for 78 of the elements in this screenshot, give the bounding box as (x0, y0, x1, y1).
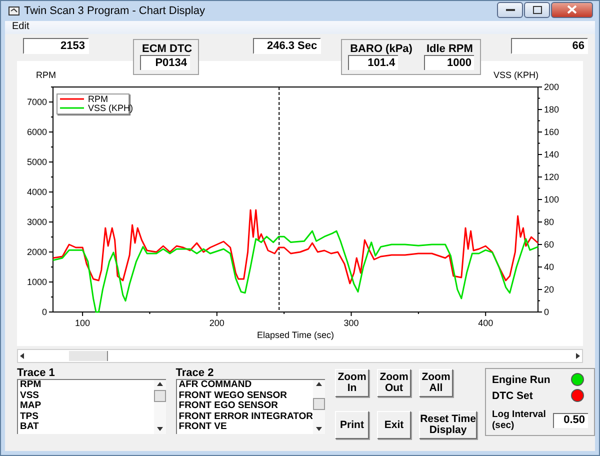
legend-label: RPM (88, 94, 108, 104)
list-item[interactable]: FRONT WEGO SENSOR (178, 390, 313, 402)
y2-tick-label: 160 (544, 127, 560, 137)
menu-item[interactable]: Edit (11, 21, 30, 34)
readout-field: 246.3 Sec (253, 38, 322, 54)
y2-tick-label: 0 (544, 307, 550, 317)
log-interval-label: Log Interval (sec) (492, 409, 547, 431)
y-tick-label: 5000 (26, 157, 47, 167)
y2-tick-label: 40 (544, 262, 554, 272)
list-item[interactable]: VSS (20, 390, 154, 402)
y2-tick-label: 200 (544, 82, 560, 92)
list-item[interactable]: BAT (20, 422, 154, 433)
y-tick-label: 3000 (26, 217, 47, 227)
maximize-icon (532, 6, 542, 14)
toolbar-button[interactable]: Zoom All (419, 369, 453, 397)
y2-tick-label: 100 (544, 194, 560, 204)
indicator-label: DTC Set (492, 390, 533, 402)
y-tick-label: 0 (42, 307, 47, 317)
readout-field: 101.4 (348, 55, 398, 70)
toolbar-button[interactable]: Exit (377, 411, 411, 439)
readout-label: ECM DTC (141, 43, 192, 55)
window-title: Twin Scan 3 Program - Chart Display (24, 5, 206, 17)
log-interval-field[interactable]: 0.50 (552, 412, 588, 428)
x-tick-label: 200 (209, 318, 224, 328)
list-item[interactable]: TPS (20, 412, 154, 422)
vertical-scrollbar[interactable] (313, 380, 325, 434)
trace-label: Trace 1 (17, 367, 56, 379)
left-arrow-icon[interactable] (18, 351, 26, 361)
close-button[interactable] (551, 2, 593, 18)
scrollbar-thumb[interactable] (69, 351, 108, 361)
toolbar-button[interactable]: Print (335, 411, 369, 439)
app-icon (8, 5, 20, 17)
right-arrow-icon[interactable] (574, 351, 582, 361)
minimize-button[interactable] (497, 2, 523, 18)
x-tick-label: 100 (75, 318, 90, 328)
y-tick-label: 1000 (26, 277, 47, 287)
list-item[interactable]: FRONT EGO SENSOR (178, 401, 313, 412)
vertical-scrollbar[interactable] (154, 380, 166, 434)
readout-field: 1000 (424, 55, 474, 70)
maximize-button[interactable] (524, 2, 550, 18)
list-item[interactable]: FRONT ERROR INTEGRATOR (178, 412, 313, 422)
list-item[interactable]: MAP (20, 401, 154, 412)
trace-list[interactable]: AFR COMMAND FRONT WEGO SENSOR FRONT EGO SENSOR FRONT ERROR INTEGRATOR FRONT VE (176, 379, 325, 434)
y-axis-label: RPM (36, 70, 56, 80)
minimize-icon (506, 8, 514, 12)
readout-field: 66 (511, 38, 588, 54)
toolbar-button[interactable]: Zoom Out (377, 369, 411, 397)
y2-tick-label: 140 (544, 150, 560, 160)
y2-tick-label: 20 (544, 284, 554, 294)
scrollbar-thumb[interactable] (313, 398, 325, 410)
y2-tick-label: 60 (544, 240, 554, 250)
x-axis-label: Elapsed Time (sec) (256, 330, 334, 340)
readout-field: P0134 (140, 55, 190, 70)
list-item[interactable]: RPM (20, 380, 154, 391)
y2-tick-label: 80 (544, 217, 554, 227)
trace-label: Trace 2 (176, 367, 215, 379)
y2-axis-label: VSS (KPH) (494, 70, 538, 80)
y-tick-label: 2000 (26, 247, 47, 257)
x-tick-label: 300 (344, 318, 359, 328)
y-tick-label: 7000 (26, 97, 47, 107)
toolbar-button[interactable]: Reset Time Display (419, 411, 477, 439)
readout-label: BARO (kPa) (349, 43, 412, 55)
y2-tick-label: 180 (544, 104, 560, 114)
x-tick-label: 400 (478, 318, 494, 328)
y2-tick-label: 120 (544, 172, 560, 182)
list-item[interactable]: AFR COMMAND (178, 380, 313, 391)
legend-label: VSS (KPH) (88, 103, 134, 113)
readout-field: 2153 (23, 38, 89, 54)
trace-list[interactable]: RPM VSS MAP TPS BAT (17, 379, 166, 434)
list-item[interactable]: FRONT VE (178, 422, 313, 433)
toolbar-button[interactable]: Zoom In (335, 369, 369, 397)
scrollbar-thumb[interactable] (154, 390, 166, 402)
y-tick-label: 4000 (26, 187, 47, 197)
horizontal-scrollbar[interactable] (17, 349, 583, 363)
indicator-label: Engine Run (492, 374, 550, 386)
close-icon (567, 5, 577, 14)
readout-label: Idle RPM (425, 43, 473, 55)
y-tick-label: 6000 (26, 127, 47, 137)
